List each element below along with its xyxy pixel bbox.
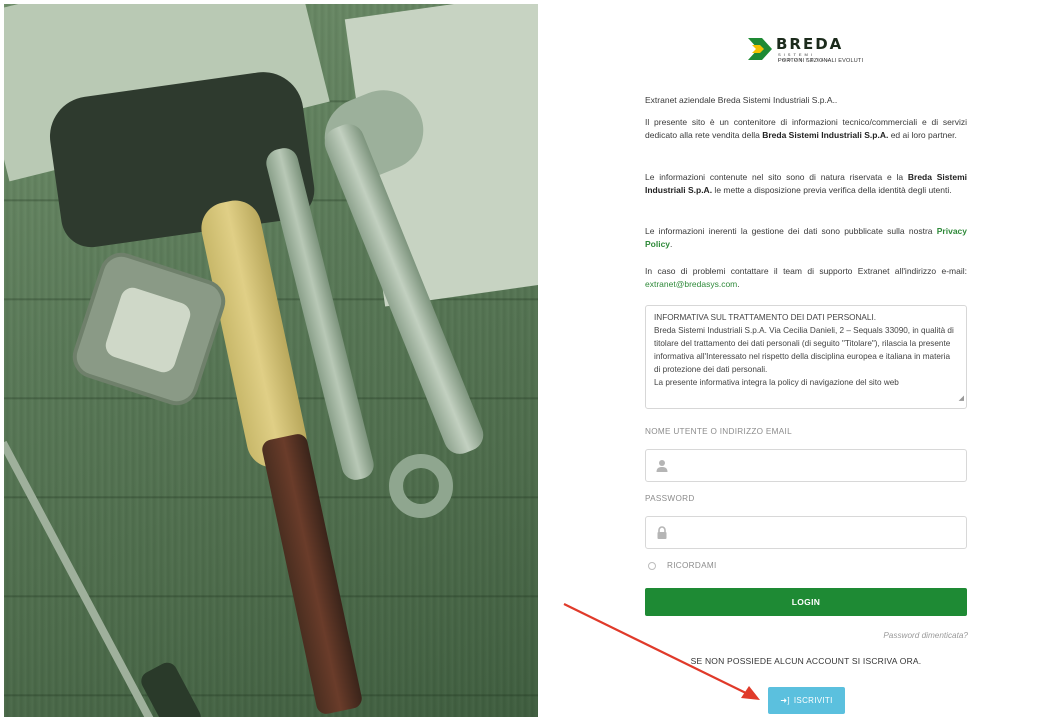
intro-paragraph-privacy: Le informazioni inerenti la gestione dei… (645, 225, 967, 252)
forgot-password-link[interactable]: Password dimenticata? (860, 631, 968, 640)
intro-text: In caso di problemi contattare il team d… (645, 266, 967, 276)
privacy-notice-textarea[interactable]: INFORMATIVA SUL TRATTAMENTO DEI DATI PER… (645, 305, 967, 409)
intro-text: le mette a disposizione previa verifica … (712, 185, 952, 196)
password-label: PASSWORD (645, 494, 695, 503)
breda-logo-icon (748, 38, 772, 60)
brand-subtitle-bottom: PORTONI SEZIONALI EVOLUTI (778, 58, 864, 64)
intro-text: . (737, 279, 740, 290)
remember-me-checkbox[interactable] (648, 562, 656, 570)
privacy-notice-body: Breda Sistemi Industriali S.p.A. Via Cec… (654, 325, 954, 374)
signup-button-label: ISCRIVITI (793, 696, 833, 705)
company-name: Breda Sistemi Industriali S.p.A. (762, 130, 889, 141)
red-arrow-annotation (563, 603, 760, 700)
username-label: NOME UTENTE O INDIRIZZO EMAIL (645, 427, 792, 436)
support-email-link[interactable]: extranet@bredasys.com (645, 279, 737, 289)
privacy-notice-body-cont: La presente informativa integra la polic… (654, 377, 899, 387)
photo-wrench-ring (389, 454, 453, 518)
user-icon (656, 460, 668, 472)
sign-in-icon: ➜] (780, 696, 790, 705)
lock-icon (657, 526, 667, 539)
brand-name: BREDA (776, 35, 844, 53)
signup-button[interactable]: ➜] ISCRIVITI (768, 687, 845, 714)
remember-me-label: RICORDAMI (667, 561, 717, 570)
intro-text: . (670, 239, 673, 250)
intro-paragraph-support: In caso di problemi contattare il team d… (645, 265, 967, 292)
intro-text: Le informazioni inerenti la gestione dei… (645, 226, 937, 236)
intro-text: ed ai loro partner. (888, 130, 957, 141)
password-field-wrapper[interactable] (645, 516, 967, 549)
username-input[interactable] (676, 454, 956, 478)
username-field-wrapper[interactable] (645, 449, 967, 482)
intro-text: Le informazioni contenute nel sito sono … (645, 172, 908, 182)
intro-paragraph-purpose: Il presente sito è un contenitore di inf… (645, 116, 967, 143)
password-input[interactable] (676, 521, 956, 545)
breda-logo: BREDA SISTEMI INDUSTRIALI PORTONI SEZION… (748, 33, 868, 67)
intro-paragraph-reserved: Le informazioni contenute nel sito sono … (645, 171, 967, 198)
intro-line: Extranet aziendale Breda Sistemi Industr… (645, 95, 838, 105)
photo-rod (4, 440, 157, 717)
background-photo (4, 4, 538, 717)
privacy-notice-title: INFORMATIVA SUL TRATTAMENTO DEI DATI PER… (654, 313, 876, 322)
resize-handle-icon[interactable]: ◢ (959, 393, 964, 406)
